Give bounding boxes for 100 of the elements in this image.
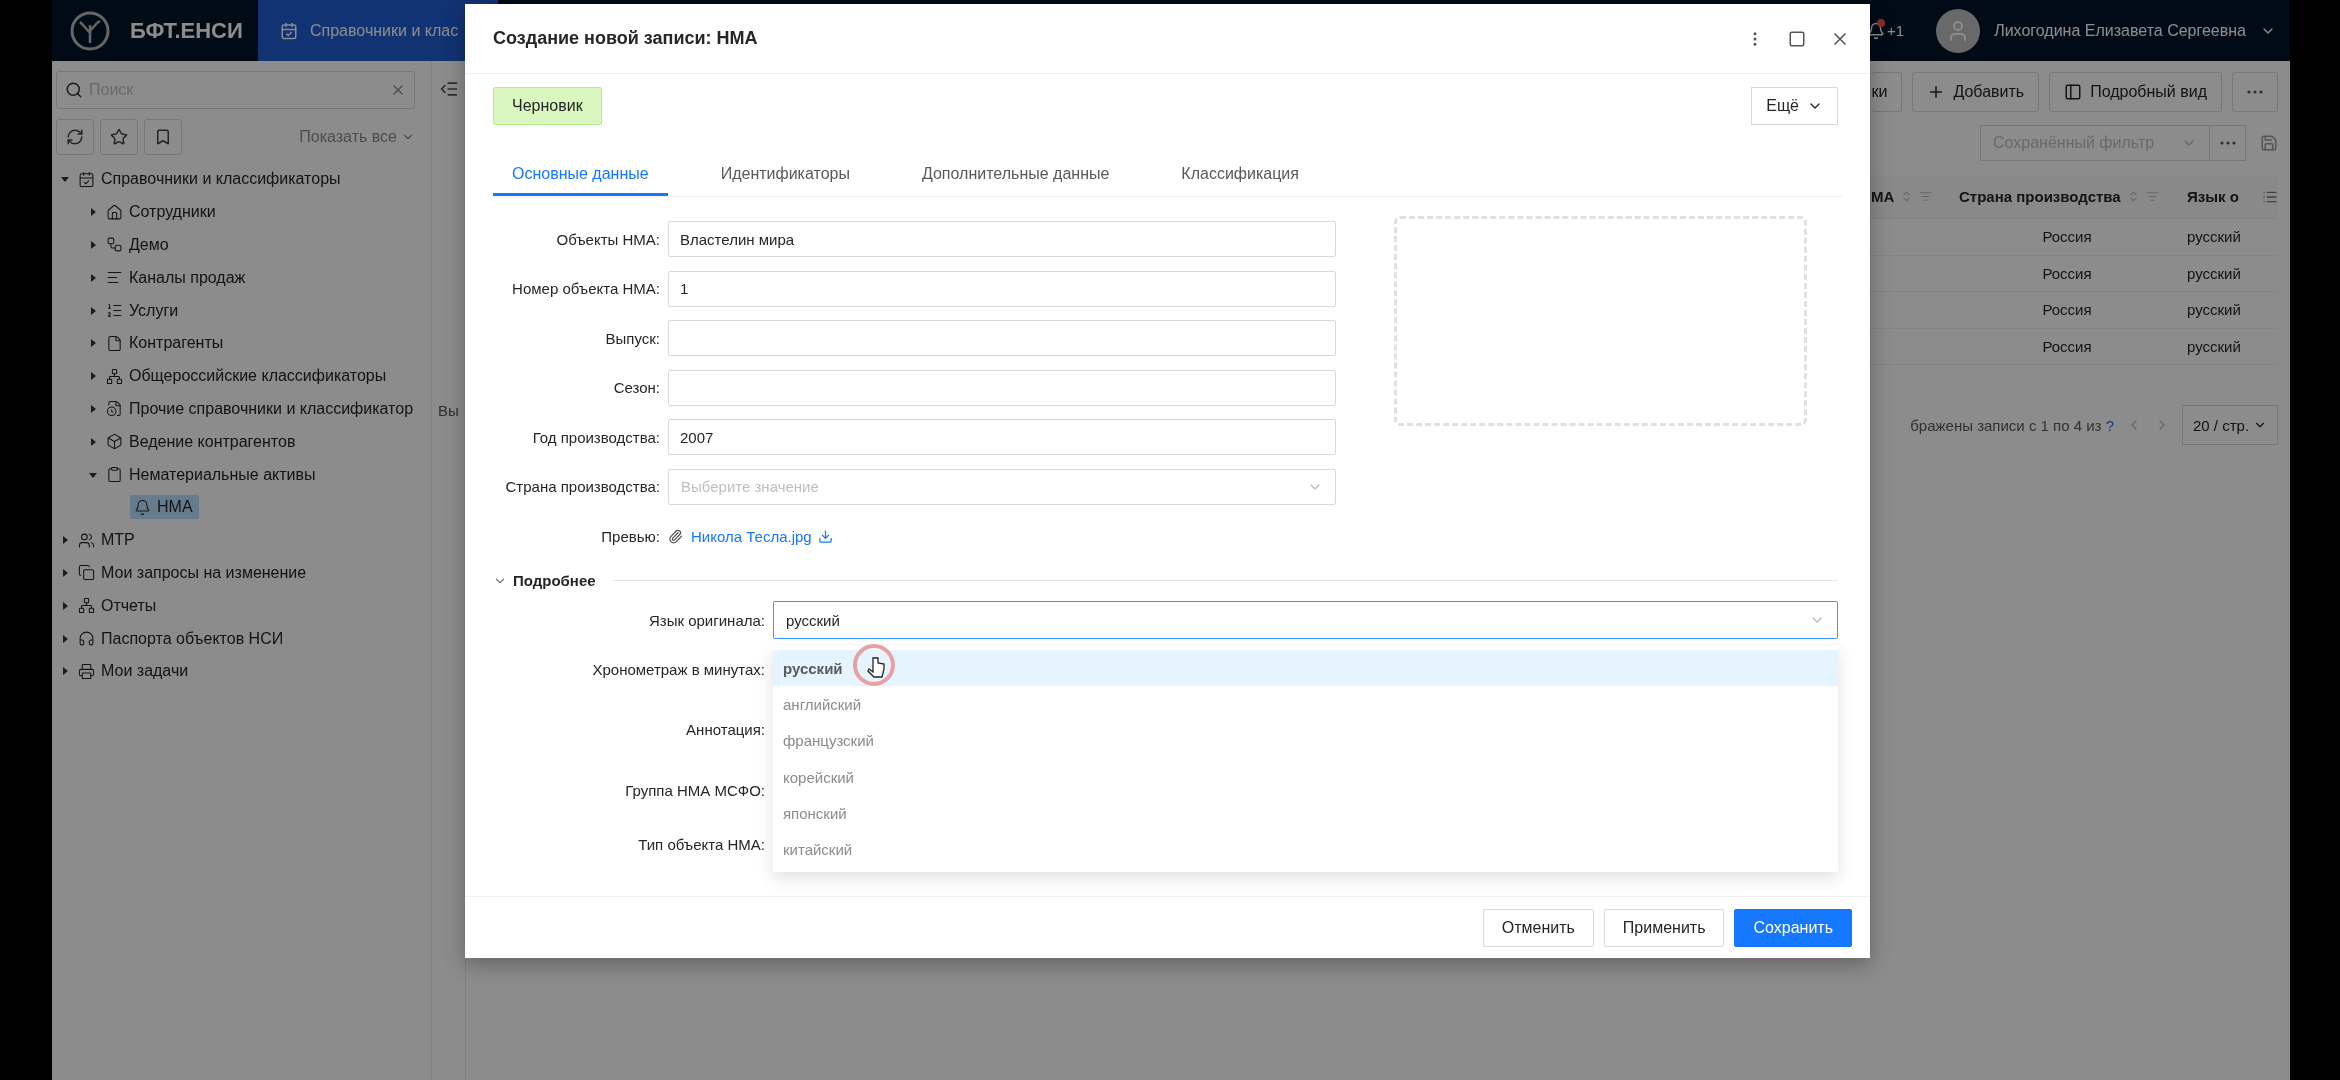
clock-document-icon xyxy=(106,400,123,418)
tree-item[interactable]: Сотрудники xyxy=(102,200,222,225)
table-cell: русский xyxy=(2187,264,2241,282)
field-label: Хронометраж в минутах: xyxy=(591,660,765,678)
tree-item[interactable]: Общероссийские классификаторы xyxy=(102,364,393,389)
dialog-button[interactable]: Отменить xyxy=(1482,908,1594,947)
dropdown-option[interactable]: китайский xyxy=(773,831,1838,868)
caret-icon[interactable] xyxy=(88,436,98,447)
caret-icon[interactable] xyxy=(88,240,98,250)
input-field[interactable]: 2007 xyxy=(668,419,1336,455)
tree-item[interactable]: Нематериальные активы xyxy=(102,462,322,487)
field-label: Группа НМА МСФО: xyxy=(624,781,765,799)
tab[interactable]: Идентификаторы xyxy=(701,154,869,196)
tree-item[interactable]: МТР xyxy=(74,528,141,553)
dialog-button[interactable]: Применить xyxy=(1603,908,1725,947)
footer-text: Вы xyxy=(438,402,459,419)
caret-icon[interactable] xyxy=(88,403,98,414)
status-badge: Черновик xyxy=(493,87,602,125)
document-icon xyxy=(106,334,123,352)
caret-icon[interactable] xyxy=(60,567,70,578)
cube-icon xyxy=(106,433,123,451)
tree-item[interactable]: Демо xyxy=(102,233,175,257)
ellipsis-icon xyxy=(2219,141,2236,145)
caret-icon[interactable] xyxy=(60,633,70,644)
calendar-icon xyxy=(78,170,95,188)
dropdown-option[interactable]: японский xyxy=(773,795,1838,832)
caret-icon[interactable] xyxy=(60,600,70,611)
bookmark-button[interactable] xyxy=(144,119,182,155)
field-label: Номер объекта НМА: xyxy=(511,280,660,297)
panel-icon xyxy=(2064,83,2083,101)
dropdown-option[interactable]: корейский xyxy=(773,758,1838,796)
dialog-button[interactable]: Сохранить xyxy=(1734,908,1852,947)
search-icon xyxy=(65,81,83,99)
printer-icon xyxy=(78,662,95,680)
caret-icon[interactable] xyxy=(88,371,98,382)
collapse-icon[interactable] xyxy=(438,79,459,99)
tree-item[interactable]: Паспорта объектов НСИ xyxy=(74,626,290,651)
column-header[interactable]: МА xyxy=(1871,188,1895,205)
input-field[interactable] xyxy=(668,369,1336,406)
table-cell: русский xyxy=(2187,228,2241,246)
tree-item[interactable]: НМА xyxy=(130,495,199,520)
table-cell: Россия xyxy=(2042,264,2092,282)
favorites-button[interactable] xyxy=(100,119,138,155)
toolbar-button[interactable]: ки xyxy=(1871,72,1903,112)
table-cell: русский xyxy=(2187,337,2241,355)
tree-item[interactable]: Прочие справочники и классификатор xyxy=(102,396,420,421)
caret-icon[interactable] xyxy=(88,338,98,349)
tree-item[interactable]: Мои задачи xyxy=(74,659,195,684)
logo-icon xyxy=(70,10,110,51)
download-icon xyxy=(817,528,833,544)
bookmark-icon xyxy=(154,128,172,146)
more-dropdown[interactable]: Ещё xyxy=(1751,87,1838,125)
paperclip-icon xyxy=(668,528,683,544)
caret-icon[interactable] xyxy=(88,305,98,316)
file-link[interactable]: Никола Тесла.jpg xyxy=(691,527,833,545)
column-header[interactable]: Страна производства xyxy=(1959,188,2121,205)
field-label: Выпуск: xyxy=(604,329,660,347)
tree-item[interactable]: Мои запросы на изменение xyxy=(74,560,313,585)
toolbar-button[interactable]: Подробный вид xyxy=(2049,72,2222,112)
input-field[interactable]: 1 xyxy=(668,270,1336,307)
caret-icon[interactable] xyxy=(88,272,98,283)
caret-icon[interactable] xyxy=(60,666,70,677)
tab[interactable]: Основные данные xyxy=(493,154,668,196)
caret-icon[interactable] xyxy=(60,535,70,546)
field-label: Год производства: xyxy=(531,428,660,446)
dropdown-option[interactable]: русский xyxy=(773,650,1838,687)
table-cell: русский xyxy=(2187,301,2241,319)
page-size-select[interactable]: 20 / стр. xyxy=(2182,405,2278,445)
table-cell: Россия xyxy=(2042,337,2092,355)
refresh-icon xyxy=(66,128,84,146)
column-header[interactable]: Язык о xyxy=(2187,188,2239,205)
tab[interactable]: Дополнительные данные xyxy=(902,154,1129,196)
table-cell: Россия xyxy=(2042,228,2092,246)
tree-item[interactable]: Каналы продаж xyxy=(102,265,252,290)
toolbar-button[interactable]: Добавить xyxy=(1912,72,2040,112)
tab[interactable]: Классификация xyxy=(1162,154,1318,196)
field-label: Сезон: xyxy=(612,379,660,396)
field-label: Страна производства: xyxy=(504,478,660,495)
user-menu[interactable]: Лихогодина Елизавета Сергеевна xyxy=(1994,21,2246,40)
star-icon xyxy=(110,128,128,146)
tree-item[interactable]: Контрагенты xyxy=(102,331,230,356)
refresh-button[interactable] xyxy=(56,119,94,155)
tree-item[interactable]: Отчеты xyxy=(74,593,163,618)
input-field[interactable] xyxy=(668,320,1336,356)
field-label: Аннотация: xyxy=(685,720,765,738)
table-cell: Россия xyxy=(2042,301,2092,319)
dropdown-option[interactable]: французский xyxy=(773,722,1838,759)
tree-item[interactable]: Услуги xyxy=(102,298,185,323)
help-link[interactable]: ? xyxy=(2105,416,2114,434)
input-field[interactable]: Властелин мира xyxy=(668,221,1336,257)
dropdown-option[interactable]: английский xyxy=(773,686,1838,723)
tree-item[interactable]: Справочники и классификаторы xyxy=(74,167,347,192)
section-title[interactable]: Подробнее xyxy=(513,572,596,589)
field-label: Язык оригинала: xyxy=(647,611,765,629)
tree-item[interactable]: Ведение контрагентов xyxy=(102,429,302,454)
maximize-icon[interactable] xyxy=(1788,29,1806,48)
field-label: Объекты НМА: xyxy=(555,230,660,248)
ellipsis-icon xyxy=(2247,90,2263,94)
bell-icon xyxy=(134,498,151,516)
caret-icon[interactable] xyxy=(88,207,98,218)
